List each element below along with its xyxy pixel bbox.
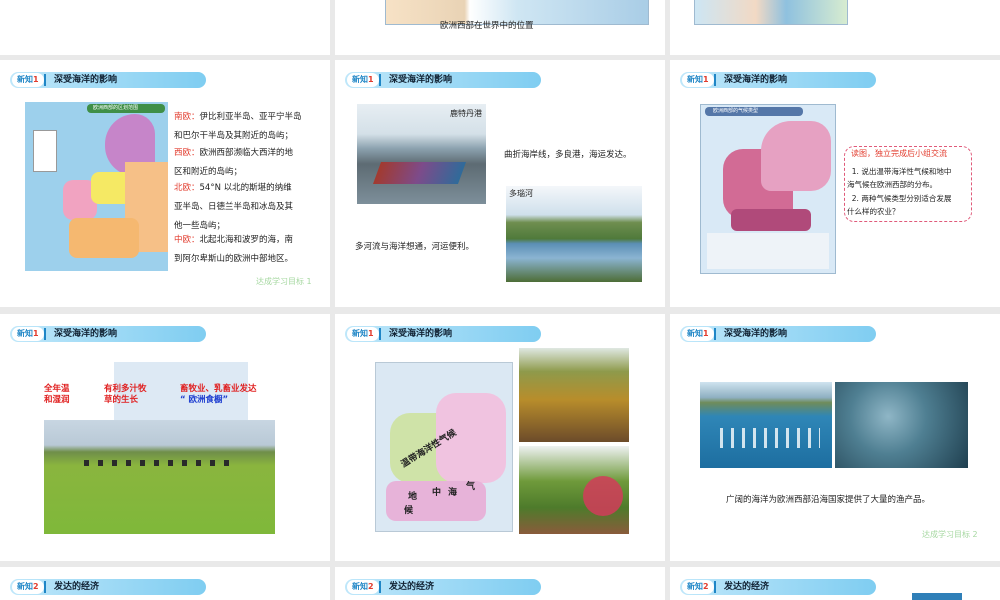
section-tag: 新知1 — [12, 73, 44, 87]
section-title: 深受海洋的影响 — [724, 329, 788, 339]
section-tag: 新知2 — [12, 580, 44, 594]
section-tag: 新知1 — [12, 327, 44, 341]
header-separator — [379, 581, 381, 593]
map-south-region — [69, 218, 139, 258]
slide-regions[interactable]: 新知1 深受海洋的影响 欧洲西部的区划范围 南欧：伊比利亚半岛、亚平宁半岛 和巴… — [0, 60, 330, 307]
label-grass: 有利多汁牧 草的生长 — [104, 384, 147, 405]
med-climate-label: 地 中 海 气 候 — [404, 482, 476, 516]
label-climate: 全年温 和湿润 — [44, 384, 70, 405]
port-label: 鹿特丹港 — [450, 109, 482, 118]
section-tag: 新知1 — [347, 73, 379, 87]
section-header: 新知1 深受海洋的影响 — [10, 326, 206, 342]
slide-fishery[interactable]: 新知1 深受海洋的影响 广阔的海洋为欧洲西部沿海国家提供了大量的渔产品。 达成学… — [670, 314, 1000, 561]
slide-agriculture[interactable]: 新知1 深受海洋的影响 温带海洋性气候 地 中 海 气 候 — [335, 314, 665, 561]
section-tag: 新知2 — [682, 580, 714, 594]
slide-ports-rivers[interactable]: 新知1 深受海洋的影响 鹿特丹港 曲折海岸线，多良港，海运发达。 多瑙河 多河流… — [335, 60, 665, 307]
map-legend — [33, 130, 57, 172]
section-header: 新知1 深受海洋的影响 — [10, 72, 206, 88]
map-mediterranean-zone — [731, 209, 811, 231]
section-header: 新知1 深受海洋的影响 — [680, 326, 876, 342]
map-title-bar: 欧洲西部的区划范围 — [87, 104, 165, 113]
header-separator — [44, 328, 46, 340]
economy-photo-thumb — [912, 593, 962, 600]
section-tag: 新知1 — [347, 327, 379, 341]
learning-goal-label: 达成学习目标 2 — [922, 530, 978, 539]
header-separator — [714, 581, 716, 593]
header-separator — [714, 74, 716, 86]
vineyard-photo — [519, 348, 629, 442]
slide-top-2[interactable]: 欧洲西部在世界中的位置 — [335, 0, 665, 55]
bubble-title: 读图，独立完成后小组交流 — [851, 149, 947, 158]
map-continental-zone — [761, 121, 831, 191]
section-title: 发达的经济 — [389, 582, 435, 592]
section-header: 新知2 发达的经济 — [345, 579, 541, 595]
section-header: 新知2 发达的经济 — [10, 579, 206, 595]
caption-world-position: 欧洲西部在世界中的位置 — [440, 21, 534, 31]
danube-river-photo: 多瑙河 — [506, 186, 642, 282]
header-separator — [379, 74, 381, 86]
section-header: 新知2 发达的经济 — [680, 579, 876, 595]
section-title: 深受海洋的影响 — [389, 75, 453, 85]
slide-economy-2[interactable]: 新知2 发达的经济 — [335, 567, 665, 600]
fishery-caption: 广阔的海洋为欧洲西部沿海国家提供了大量的渔产品。 — [726, 495, 931, 505]
section-title: 发达的经济 — [54, 582, 100, 592]
ship-hull — [372, 162, 467, 184]
section-header: 新知1 深受海洋的影响 — [345, 326, 541, 342]
slide-economy-1[interactable]: 新知2 发达的经济 — [0, 567, 330, 600]
section-tag: 新知1 — [682, 73, 714, 87]
agriculture-map: 温带海洋性气候 地 中 海 气 候 — [375, 362, 513, 532]
slide-pasture[interactable]: 新知1 深受海洋的影响 全年温 和湿润 有利多汁牧 草的生长 畜牧业、乳畜业发达 “ … — [0, 314, 330, 561]
section-title: 深受海洋的影响 — [389, 329, 453, 339]
map-title-bar: 欧洲西部的气候类型 — [705, 107, 803, 116]
header-separator — [44, 581, 46, 593]
header-separator — [714, 328, 716, 340]
central-europe-text: 中欧：北起北海和波罗的海，南 到阿尔卑斯山的欧洲中部地区。 — [174, 235, 294, 264]
grape-farm-photo — [519, 446, 629, 534]
slide-economy-3[interactable]: 新知2 发达的经济 — [670, 567, 1000, 600]
fish-school-photo — [835, 382, 968, 468]
section-header: 新知1 深受海洋的影响 — [345, 72, 541, 88]
section-title: 深受海洋的影响 — [54, 329, 118, 339]
river-label: 多瑙河 — [509, 189, 533, 198]
section-tag: 新知1 — [682, 327, 714, 341]
pasture-cattle-photo — [44, 420, 275, 534]
discussion-bubble: 读图，独立完成后小组交流 1. 说出温带海洋性气候和地中 海气候在欧洲西部的分布。… — [844, 146, 972, 222]
question-1: 1. 说出温带海洋性气候和地中 海气候在欧洲西部的分布。 — [847, 167, 952, 189]
west-europe-text: 西欧：欧洲西部濒临大西洋的地 区和附近的岛屿； — [174, 148, 294, 177]
river-caption: 多河流与海洋想通，河运便利。 — [355, 242, 475, 252]
section-header: 新知1 深受海洋的影响 — [680, 72, 876, 88]
slide-top-1[interactable] — [0, 0, 330, 55]
section-title: 深受海洋的影响 — [54, 75, 118, 85]
fishing-harbor-photo — [700, 382, 832, 468]
cattle-row — [84, 460, 234, 466]
map-legend — [707, 233, 829, 269]
boats — [720, 428, 820, 448]
section-tag: 新知2 — [347, 580, 379, 594]
header-separator — [379, 328, 381, 340]
section-title: 发达的经济 — [724, 582, 770, 592]
north-europe-text: 北欧：54°N 以北的斯堪的纳维 亚半岛、日德兰半岛和冰岛及其 他一些岛屿； — [174, 183, 294, 231]
map-thumbnail-image — [694, 0, 848, 25]
rotterdam-port-photo: 鹿特丹港 — [357, 104, 486, 204]
slide-top-3[interactable] — [670, 0, 1000, 55]
coastline-caption: 曲折海岸线，多良港，海运发达。 — [504, 150, 632, 160]
header-separator — [44, 74, 46, 86]
climate-types-map: 欧洲西部的气候类型 — [700, 104, 836, 274]
question-2: 2. 两种气候类型分别适合发展 什么样的农业？ — [847, 194, 952, 216]
europe-regions-map: 欧洲西部的区划范围 — [25, 102, 168, 271]
slide-climate-map[interactable]: 新知1 深受海洋的影响 欧洲西部的气候类型 读图，独立完成后小组交流 1. 说出… — [670, 60, 1000, 307]
red-flowers — [583, 476, 623, 516]
learning-goal-label: 达成学习目标 1 — [256, 277, 312, 286]
section-title: 深受海洋的影响 — [724, 75, 788, 85]
label-dairy: 畜牧业、乳畜业发达 “ 欧洲食橱” — [180, 384, 257, 405]
south-europe-text: 南欧：伊比利亚半岛、亚平宁半岛 和巴尔干半岛及其附近的岛屿； — [174, 112, 302, 141]
